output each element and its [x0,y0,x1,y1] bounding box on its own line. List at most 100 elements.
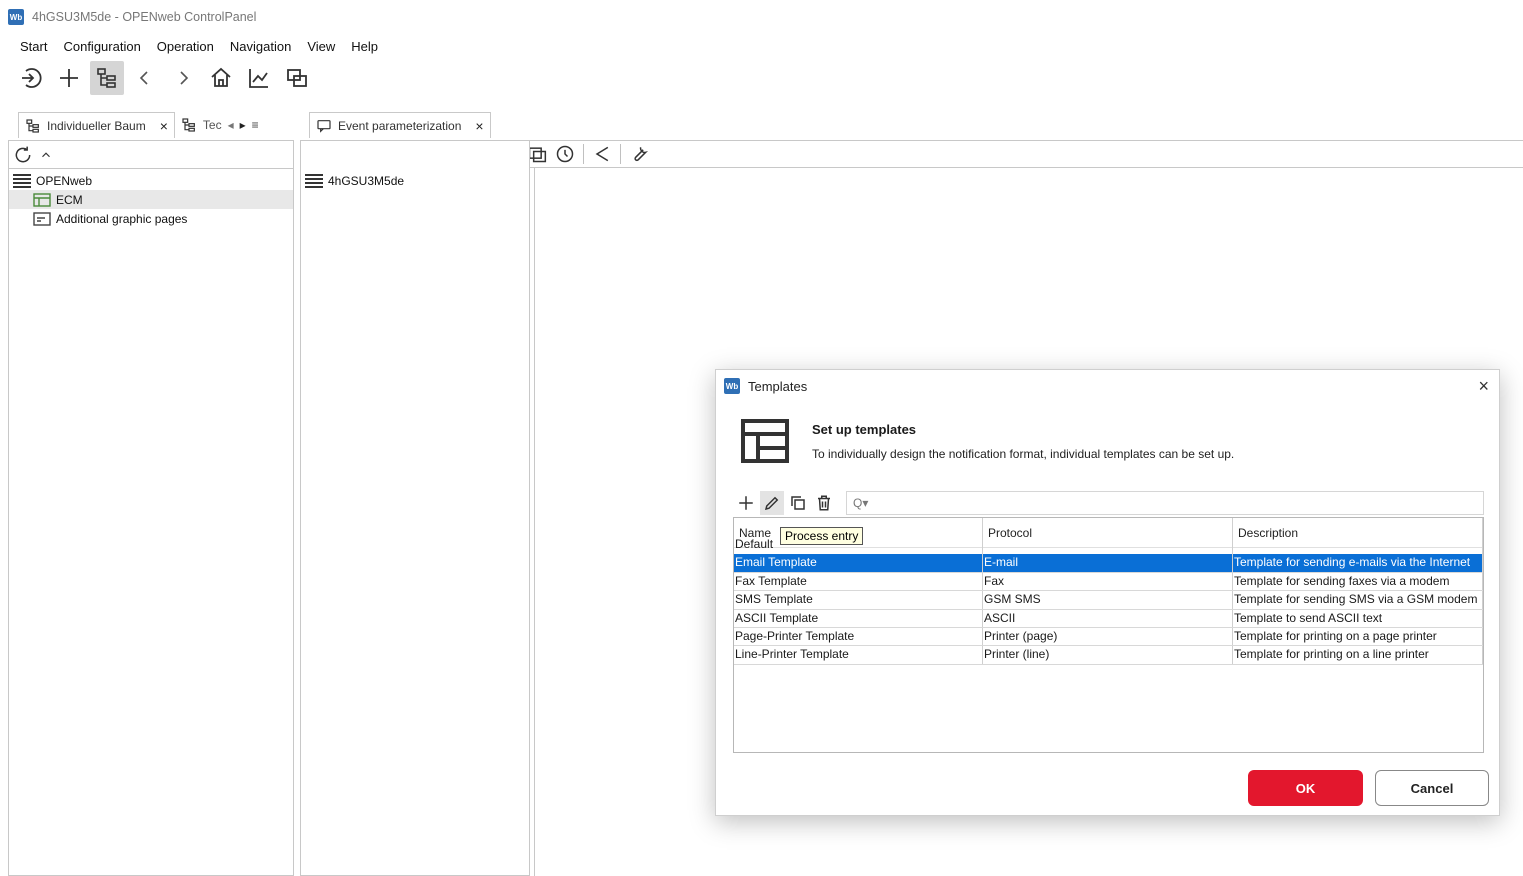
back-button[interactable] [128,61,162,95]
tree-icon [26,118,39,133]
home-icon [211,67,231,87]
ecm-icon [33,192,51,207]
table-row[interactable]: Page-Printer Template Printer (page) Tem… [734,627,1483,647]
menu-start[interactable]: Start [12,39,55,54]
tree-item-openweb[interactable]: OPENweb [9,171,293,190]
tab-list-icon[interactable]: ≡ [252,118,259,132]
tab-scroll-right-icon[interactable]: ▸ [240,118,246,132]
chart-button[interactable] [242,61,276,95]
refresh-icon[interactable] [13,145,33,165]
table-cell-protocol: ASCII [983,609,1233,627]
table-cell-description: Template for sending SMS via a GSM modem [1233,591,1483,609]
collapse-icon[interactable] [39,148,53,162]
logout-button[interactable] [14,61,48,95]
toolbar-separator [620,144,621,164]
table-cell-description: Template for sending e-mails via the Int… [1233,554,1483,572]
line-chart-icon [249,69,268,88]
tree-view-button[interactable] [90,61,124,95]
table-row[interactable]: SMS Template GSM SMS Template for sendin… [734,591,1483,610]
tab-label: Individueller Baum [47,118,146,133]
event-list-item[interactable]: 4hGSU3M5de [301,171,529,190]
table-cell-name: Email Template [734,554,983,572]
table-cell-protocol [983,536,1233,555]
tree-item-label: ECM [56,192,83,207]
cancel-button[interactable]: Cancel [1375,770,1489,806]
chevron-left-icon [139,71,148,85]
table-cell-protocol: Fax [983,572,1233,591]
event-list-label: 4hGSU3M5de [328,173,405,188]
left-tab-row: Individueller Baum × Tec ◂ ▸ ≡ [18,112,265,138]
close-icon[interactable]: × [160,118,168,134]
dialog-heading: Set up templates [812,422,917,437]
table-cell-protocol: E-mail [983,554,1233,572]
menu-operation[interactable]: Operation [149,39,222,54]
dialog-titlebar: Wb Templates [716,370,1499,402]
close-icon[interactable]: × [475,118,483,134]
tree-icon [97,68,116,88]
tooltip-process-entry: Process entry [780,527,864,545]
tab-event-parameterization[interactable]: Event parameterization × [309,112,491,138]
event-list-pane: 4hGSU3M5de [300,140,530,876]
share-icon [595,146,609,162]
menu-bar: Start Configuration Operation Navigation… [12,36,386,56]
trash-icon [818,495,830,511]
table-cell-protocol: Printer (line) [983,646,1233,664]
table-cell-protocol: GSM SMS [983,591,1233,609]
table-cell-description: Template for sending faxes via a modem [1233,572,1483,591]
plus-icon [739,496,753,510]
table-row[interactable]: ASCII Template ASCII Template to send AS… [734,609,1483,628]
table-row[interactable]: Email Template E-mail Template for sendi… [734,554,1483,573]
menu-view[interactable]: View [299,39,343,54]
wrench-icon [634,147,649,162]
tab-individual-tree[interactable]: Individueller Baum × [18,112,175,138]
delete-entry-button[interactable] [812,491,836,515]
menu-help[interactable]: Help [343,39,386,54]
menu-navigation[interactable]: Navigation [222,39,299,54]
tree-item-additional-graphic-pages[interactable]: Additional graphic pages [9,209,293,228]
home-button[interactable] [204,61,238,95]
tree-item-label: OPENweb [36,173,93,188]
windows-button[interactable] [280,61,314,95]
table-cell-name: SMS Template [734,591,983,609]
table-cell-protocol: Printer (page) [983,627,1233,646]
tab-tec[interactable]: Tec ◂ ▸ ≡ [175,112,265,138]
dialog-toolbar: Q▾ [734,490,1484,516]
tree-icon [182,118,195,132]
table-cell-description: Template for printing on a line printer [1233,646,1483,664]
search-input[interactable]: Q▾ [846,491,1484,515]
templates-dialog: Wb Templates × Set up templates To indiv… [715,369,1500,816]
copy-icon [791,496,805,510]
copy-entry-button[interactable] [786,491,810,515]
graphic-page-icon [33,211,51,226]
search-icon: Q▾ [853,496,869,510]
table-cell-name: ASCII Template [734,609,983,627]
tree-pane: OPENweb ECM Additional graphic pages [8,140,294,876]
menu-configuration[interactable]: Configuration [55,39,148,54]
logout-icon [22,68,42,88]
table-row[interactable]: Line-Printer Template Printer (line) Tem… [734,646,1483,665]
table-cell-name: Fax Template [734,572,983,591]
table-row[interactable]: Fax Template Fax Template for sending fa… [734,572,1483,592]
window-titlebar: Wb 4hGSU3M5de - OPENweb ControlPanel [0,0,1523,34]
pane-spacer [301,141,529,169]
dialog-title: Templates [748,378,808,394]
tab-label: Event parameterization [338,118,462,133]
ok-button[interactable]: OK [1248,770,1363,806]
table-cell-name: Page-Printer Template [734,627,983,646]
chevron-right-icon [180,71,189,85]
settings-button[interactable] [627,142,651,166]
tree-item-ecm[interactable]: ECM [9,190,293,209]
schedule-button[interactable] [553,142,577,166]
forward-button[interactable] [166,61,200,95]
pencil-icon [764,496,779,511]
tab-scroll-left-icon[interactable]: ◂ [228,118,234,132]
close-icon[interactable]: × [1478,376,1489,397]
add-button[interactable] [52,61,86,95]
edit-entry-button[interactable] [760,491,784,515]
app-icon: Wb [724,378,740,394]
table-cell-name: Line-Printer Template [734,646,983,664]
share-button[interactable] [590,142,614,166]
plus-icon [60,69,78,87]
dialog-header: Set up templates To individually design … [740,418,1234,464]
add-entry-button[interactable] [734,491,758,515]
